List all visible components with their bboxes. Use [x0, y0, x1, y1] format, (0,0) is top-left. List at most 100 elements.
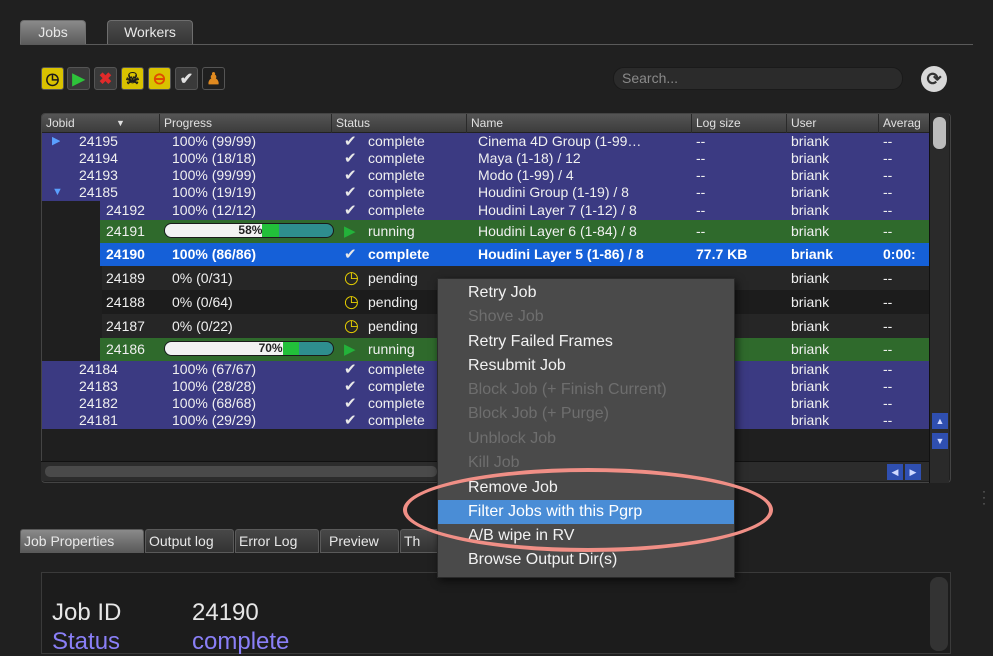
column-progress[interactable]: Progress [160, 114, 332, 133]
clock-button[interactable]: ◷ [41, 67, 64, 90]
cell-progress: 0% (0/31) [172, 270, 233, 286]
cell-average: 0:00: [883, 246, 916, 262]
tab-job-properties[interactable]: Job Properties [20, 529, 144, 553]
progress-label: 58% [238, 223, 263, 237]
kill-x-button[interactable]: ✖ [94, 67, 117, 90]
cell-average: -- [883, 270, 893, 286]
highlight-annotation-oval [403, 468, 773, 552]
table-row[interactable]: 24192 100% (12/12) ✔ complete Houdini Layer … [42, 201, 932, 220]
tab-jobs[interactable]: Jobs [20, 20, 86, 44]
cell-user: briank [791, 361, 830, 377]
expand-arrow-icon[interactable]: ▶ [52, 133, 60, 150]
block-button[interactable]: ⊖ [148, 67, 171, 90]
scroll-up-icon[interactable]: ▲ [932, 413, 948, 429]
menu-item-resubmit-job[interactable]: Resubmit Job [438, 354, 734, 378]
clock-icon: ◷ [344, 292, 359, 311]
cell-jobid: 24188 [106, 294, 145, 310]
column-average[interactable]: Averag [879, 114, 932, 133]
cell-average: -- [883, 202, 893, 218]
kill-x-icon: ✖ [98, 70, 113, 88]
clock-icon: ◷ [344, 268, 359, 287]
cell-status: complete [368, 167, 425, 183]
splitter-handle[interactable]: · · · [982, 485, 986, 509]
cell-progress: 100% (18/18) [172, 150, 257, 166]
play-icon: ▶ [344, 223, 356, 240]
cell-jobid: 24186 [106, 341, 145, 357]
column-user-label: User [791, 116, 817, 130]
column-jobid[interactable]: Jobid ▼ [42, 114, 160, 133]
play-button[interactable]: ▶ [67, 67, 90, 90]
checkmark-icon: ✔ [179, 70, 194, 88]
cell-name: Modo (1-99) / 4 [478, 167, 574, 183]
cell-progress: 100% (28/28) [172, 378, 257, 394]
skull-button[interactable]: ☠ [121, 67, 144, 90]
table-row[interactable]: 24190 100% (86/86) ✔ complete Houdini Layer … [42, 243, 932, 266]
play-icon: ▶ [72, 70, 85, 88]
cell-user: briank [791, 318, 830, 334]
cell-average: -- [883, 150, 893, 166]
property-key-job-id: Job ID [52, 599, 122, 626]
cell-logsize: -- [696, 223, 706, 239]
cell-status: running [368, 223, 415, 239]
menu-item-unblock-job: Unblock Job [468, 430, 557, 447]
cell-logsize: -- [696, 202, 706, 218]
clock-icon: ◷ [344, 316, 359, 335]
menu-item-retry-failed-frames[interactable]: Retry Failed Frames [438, 330, 734, 354]
cell-average: -- [883, 318, 893, 334]
tab-job-properties-label: Job Properties [24, 533, 115, 549]
tab-preview[interactable]: Preview [320, 529, 399, 553]
table-row[interactable]: 24191 58% ▶ running Houdini Layer 6 (1-84) /… [42, 220, 932, 243]
cell-status: complete [368, 202, 425, 218]
tab-workers[interactable]: Workers [107, 20, 193, 44]
refresh-icon: ⟳ [926, 68, 942, 89]
column-name[interactable]: Name [467, 114, 692, 133]
checkmark-icon: ✔ [344, 412, 357, 429]
column-status-label: Status [336, 116, 371, 130]
column-logsize[interactable]: Log size [692, 114, 787, 133]
menu-item-retry-job[interactable]: Retry Job [438, 281, 734, 305]
checkmark-button[interactable]: ✔ [175, 67, 198, 90]
cell-logsize: -- [696, 184, 706, 200]
refresh-button[interactable]: ⟳ [921, 66, 947, 92]
cell-name: Houdini Layer 6 (1-84) / 8 [478, 223, 637, 239]
block-icon: ⊖ [152, 70, 167, 88]
table-row[interactable]: ▼ 24185 100% (19/19) ✔ complete Houdini Group… [42, 184, 932, 201]
tab-output-log[interactable]: Output log [145, 529, 234, 553]
cell-progress: 100% (29/29) [172, 412, 257, 428]
scroll-thumb[interactable] [933, 117, 946, 149]
hscroll-thumb[interactable] [45, 466, 437, 477]
column-status[interactable]: Status [332, 114, 467, 133]
play-icon: ▶ [344, 341, 356, 358]
cell-average: -- [883, 223, 893, 239]
checkmark-icon: ✔ [344, 202, 357, 219]
cell-jobid: 24192 [106, 202, 145, 218]
progress-bar: 58% [164, 223, 334, 238]
table-row[interactable]: 24193 100% (99/99) ✔ complete Modo (1-99) / … [42, 167, 932, 184]
table-vertical-scrollbar[interactable]: ▲ ▼ [929, 113, 949, 483]
cell-jobid: 24195 [79, 133, 118, 149]
cell-progress: 100% (19/19) [172, 184, 257, 200]
cell-user: briank [791, 167, 830, 183]
scroll-right-icon[interactable]: ▶ [905, 464, 921, 480]
column-user[interactable]: User [787, 114, 879, 133]
properties-scrollbar[interactable] [930, 577, 948, 651]
property-value-job-id: 24190 [192, 599, 259, 626]
cell-user: briank [791, 378, 830, 394]
progress-active-chunk [262, 224, 280, 237]
collapse-arrow-icon[interactable]: ▼ [52, 184, 63, 201]
column-progress-label: Progress [164, 116, 213, 130]
clock-icon: ◷ [45, 70, 60, 88]
scroll-left-icon[interactable]: ◀ [887, 464, 903, 480]
user-button[interactable]: ♟ [202, 67, 225, 90]
property-value-status: complete [192, 628, 290, 655]
cell-user: briank [791, 150, 830, 166]
table-row[interactable]: 24194 100% (18/18) ✔ complete Maya (1-18) / … [42, 150, 932, 167]
tab-error-log[interactable]: Error Log [235, 529, 319, 553]
search-input[interactable]: Search... [613, 67, 903, 90]
cell-jobid: 24183 [79, 378, 118, 394]
cell-name: Maya (1-18) / 12 [478, 150, 581, 166]
checkmark-icon: ✔ [344, 133, 357, 150]
scroll-down-icon[interactable]: ▼ [932, 433, 948, 449]
table-row[interactable]: ▶ 24195 100% (99/99) ✔ complete Cinema 4D Gro… [42, 133, 932, 150]
cell-status: complete [368, 133, 425, 149]
